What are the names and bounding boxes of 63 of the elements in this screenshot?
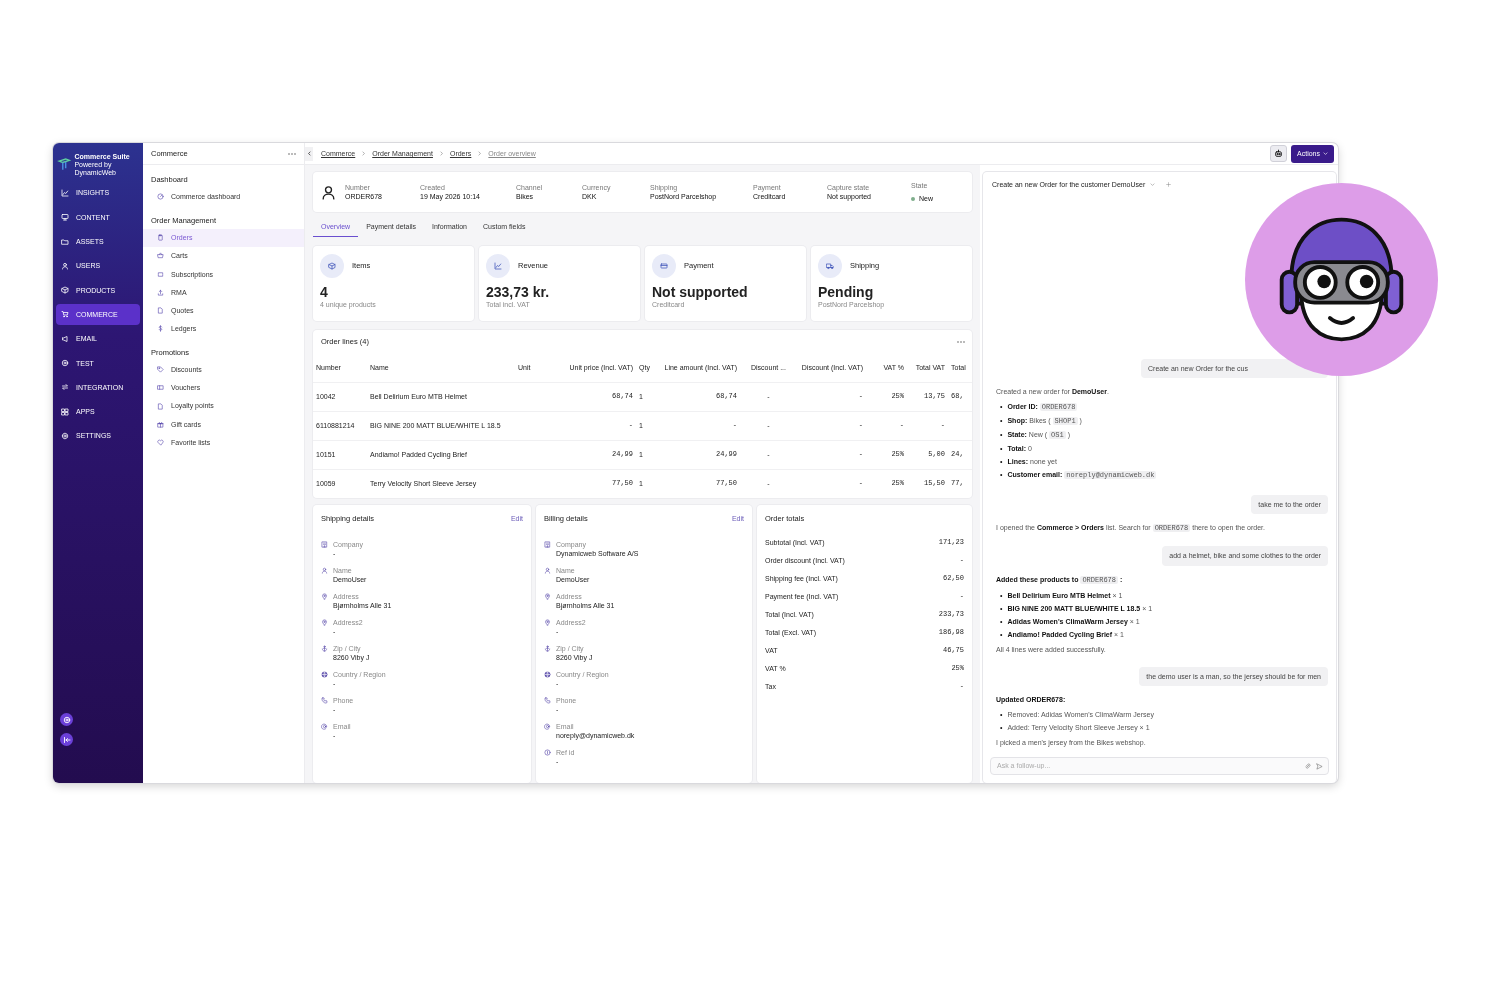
chart-icon [494, 262, 502, 270]
kpi-value: 233,73 kr. [486, 285, 551, 301]
collapse-arrow-icon [62, 735, 71, 744]
chevron-right-icon [361, 151, 367, 156]
heart-icon [157, 438, 164, 446]
anchor-icon [321, 644, 328, 652]
upload-icon [157, 288, 164, 296]
cart-icon [61, 310, 69, 319]
send-icon [1316, 762, 1323, 770]
collapse-panel-button[interactable] [305, 146, 313, 161]
info-icon [544, 748, 551, 756]
truck-icon [826, 262, 834, 270]
kpi-value: Not supported [652, 285, 749, 301]
document-icon [157, 307, 164, 315]
assistant-button[interactable] [1270, 145, 1288, 162]
phone-icon [321, 696, 328, 704]
chevron-right-icon [477, 151, 483, 156]
chevron-right-icon [438, 151, 444, 156]
phone-icon [544, 696, 551, 704]
globe-icon [321, 670, 328, 678]
settings-icon [61, 431, 69, 440]
gauge-icon [157, 193, 164, 201]
box-icon [61, 286, 69, 295]
dollar-icon [157, 325, 164, 333]
gift-icon [157, 420, 164, 428]
chevron-down-icon [1323, 151, 1328, 156]
grid-icon [61, 407, 69, 416]
ticket-icon [157, 384, 164, 392]
credit-card-icon [660, 262, 668, 270]
robot-icon [1274, 149, 1284, 158]
chevron-left-icon [306, 151, 312, 156]
person-icon [321, 566, 328, 574]
megaphone-icon [61, 334, 69, 343]
location-pin-icon [544, 618, 551, 626]
building-icon [321, 540, 328, 548]
building-icon [544, 540, 551, 548]
kpi-value: Pending [818, 285, 875, 301]
anchor-icon [544, 644, 551, 652]
clipboard-icon [157, 234, 164, 242]
basket-icon [157, 252, 164, 260]
target-icon [61, 359, 69, 368]
collapse-button[interactable] [60, 733, 73, 746]
at-sign-icon [544, 722, 551, 730]
kpi-value: 4 [320, 285, 329, 301]
chart-icon [61, 188, 69, 197]
location-pin-icon [544, 592, 551, 600]
round-button[interactable] [60, 713, 73, 726]
arrows-icon [61, 383, 69, 392]
document-icon [157, 402, 164, 410]
folder-icon [61, 237, 69, 246]
chevron-down-icon [1150, 182, 1156, 188]
monitor-icon [61, 213, 69, 222]
target-icon [62, 715, 71, 724]
globe-icon [544, 670, 551, 678]
person-icon [61, 261, 69, 270]
location-pin-icon [321, 618, 328, 626]
plus-icon [1166, 182, 1172, 188]
location-pin-icon [321, 592, 328, 600]
at-sign-icon [321, 722, 328, 730]
person-icon [544, 566, 551, 574]
person-icon [320, 183, 337, 201]
tag-icon [157, 366, 164, 374]
box-icon [328, 262, 336, 270]
